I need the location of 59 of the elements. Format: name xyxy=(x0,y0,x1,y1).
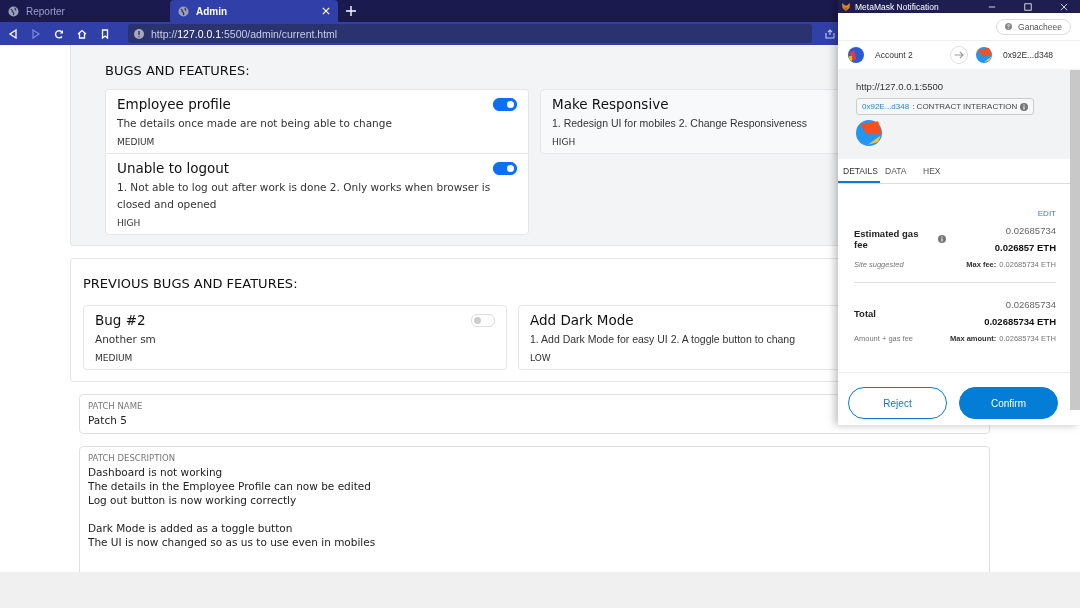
card-description: Another sm xyxy=(95,332,157,347)
info-icon xyxy=(1020,102,1029,111)
fee-label: Total xyxy=(854,307,877,319)
help-icon xyxy=(1005,23,1013,30)
new-tab-icon[interactable] xyxy=(346,6,356,16)
browser-tab[interactable]: Admin xyxy=(170,0,338,22)
close-icon[interactable] xyxy=(322,7,330,15)
fee-amount: 0.02685734 xyxy=(1005,225,1056,236)
reject-button[interactable]: Reject xyxy=(848,387,947,419)
address-bar[interactable]: http://127.0.0.1:5500/admin/current.html xyxy=(128,24,812,43)
card-title: Unable to logout xyxy=(117,160,230,176)
details-tab[interactable]: HEX xyxy=(918,159,956,183)
share-icon[interactable] xyxy=(825,28,835,39)
details-tab[interactable]: DETAILS xyxy=(838,159,880,183)
card-title: Make Responsive xyxy=(552,96,669,112)
priority-label: MEDIUM xyxy=(117,137,156,147)
window-title: MetaMask Notification xyxy=(855,1,940,12)
priority-label: HIGH xyxy=(552,137,577,147)
fox-icon xyxy=(841,1,851,12)
avatar-icon xyxy=(848,47,864,63)
to-account: 0x92E...d348 xyxy=(1003,50,1054,60)
card-description: 1. Add Dark Mode for easy UI 2. A toggle button to chang xyxy=(530,332,795,347)
bookmark-icon[interactable] xyxy=(100,28,110,39)
priority-label: MEDIUM xyxy=(95,353,134,363)
info-icon xyxy=(938,235,946,243)
fee-total: 0.026857 ETH xyxy=(994,242,1056,253)
priority-label: LOW xyxy=(530,353,552,363)
browser-tab[interactable]: Reporter xyxy=(0,0,170,22)
globe-icon xyxy=(8,5,19,17)
avatar-icon xyxy=(976,47,992,63)
fee-total: 0.02685734 ETH xyxy=(984,316,1056,327)
back-icon[interactable] xyxy=(8,28,18,39)
card-description: 1. Not able to log out after work is done 2. Only works when browser is closed and opened xyxy=(117,180,492,212)
home-icon[interactable] xyxy=(77,28,87,39)
fee-amount: 0.02685734 xyxy=(1005,299,1056,310)
section-heading: BUGS AND FEATURES: xyxy=(105,63,251,78)
edit-link[interactable]: EDIT xyxy=(1037,209,1056,218)
globe-icon xyxy=(178,5,189,17)
info-icon xyxy=(134,28,144,39)
contract-pill: 0x92E...d348 : CONTRACT INTERACTION xyxy=(856,98,1035,115)
scrollbar[interactable] xyxy=(1070,70,1080,410)
toggle-switch[interactable] xyxy=(493,161,517,175)
close-icon[interactable] xyxy=(1060,2,1068,11)
confirm-button[interactable]: Confirm xyxy=(959,387,1058,419)
card-description: The details once made are not being able to change xyxy=(117,116,393,131)
section-heading: PREVIOUS BUGS AND FEATURES: xyxy=(83,276,299,291)
avatar-icon xyxy=(856,120,882,146)
reload-icon[interactable] xyxy=(54,28,64,39)
from-account: Account 2 xyxy=(875,50,913,60)
priority-label: HIGH xyxy=(117,218,142,228)
maximize-icon[interactable] xyxy=(1024,2,1032,11)
fee-label: Estimated gas fee xyxy=(854,228,920,250)
card-title: Employee profile xyxy=(117,96,231,112)
site-origin: http://127.0.0.1:5500 xyxy=(856,81,945,92)
card-title: Add Dark Mode xyxy=(530,312,634,328)
details-tab[interactable]: DATA xyxy=(880,159,918,183)
card-title: Bug #2 xyxy=(95,312,146,328)
toggle-switch[interactable] xyxy=(493,97,517,111)
card-description: 1. Redesign UI for mobiles 2. Change Responsiveness xyxy=(552,116,808,131)
